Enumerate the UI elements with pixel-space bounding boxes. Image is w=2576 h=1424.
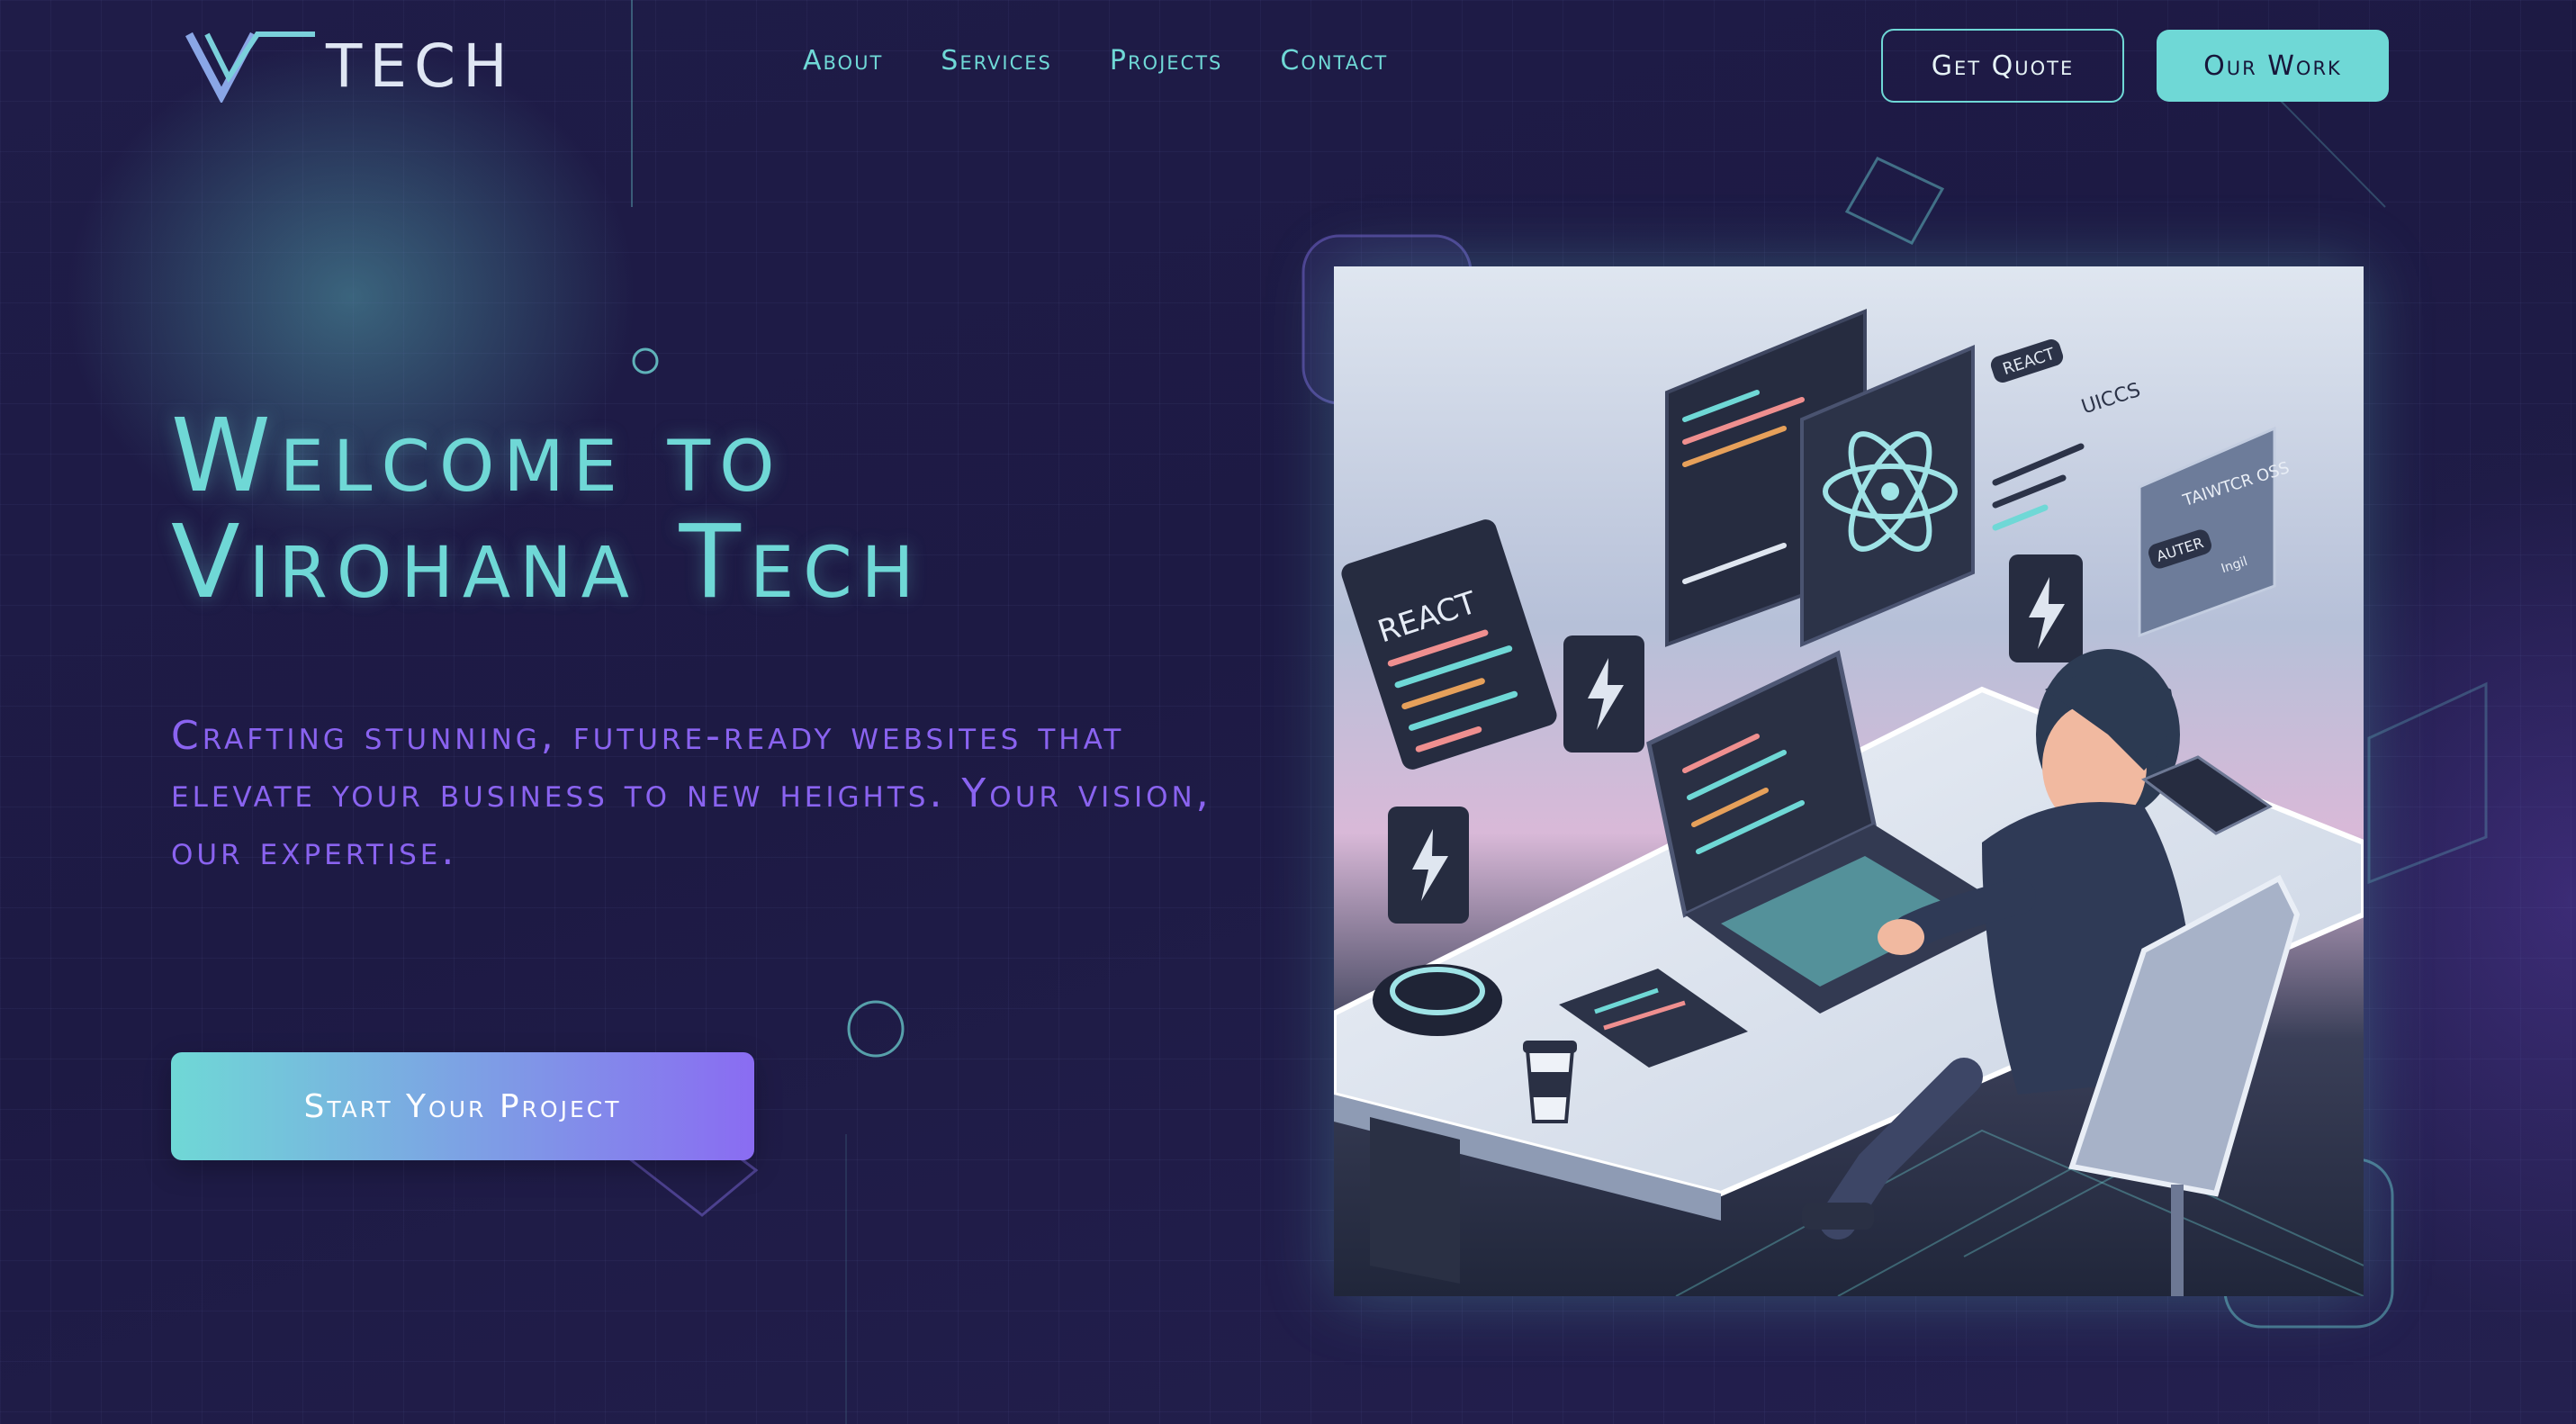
nav-link-services[interactable]: Services bbox=[941, 45, 1052, 77]
get-quote-button[interactable]: Get Quote bbox=[1881, 29, 2124, 103]
nav-link-about[interactable]: About bbox=[803, 45, 883, 77]
nav-link-projects[interactable]: Projects bbox=[1110, 45, 1223, 77]
main-nav: About Services Projects Contact bbox=[803, 45, 1388, 77]
brand-logo[interactable]: TECH bbox=[185, 31, 515, 103]
hero-title: Welcome to Virohana Tech bbox=[171, 403, 1305, 616]
nav-link-contact[interactable]: Contact bbox=[1280, 45, 1388, 77]
our-work-button[interactable]: Our Work bbox=[2157, 30, 2389, 102]
landing-page: TECH About Services Projects Contact Get… bbox=[0, 0, 2576, 1424]
logo-text: TECH bbox=[326, 32, 515, 101]
start-project-button[interactable]: Start Your Project bbox=[171, 1052, 754, 1160]
hero-subtitle: Crafting stunning, future-ready websites… bbox=[171, 713, 1212, 874]
hero-title-line-1: Welcome to bbox=[171, 398, 784, 515]
speaker-device bbox=[1373, 964, 1502, 1036]
hero-title-line-2: Virohana Tech bbox=[171, 504, 923, 621]
developer-workspace-illustration: REACT REACT UICCS TAIWTCR OSS AUTER Ingi… bbox=[1334, 266, 2364, 1296]
hero-illustration: REACT REACT UICCS TAIWTCR OSS AUTER Ingi… bbox=[1334, 266, 2364, 1296]
coffee-cup bbox=[1523, 1041, 1577, 1123]
v-logo-icon bbox=[185, 32, 315, 103]
